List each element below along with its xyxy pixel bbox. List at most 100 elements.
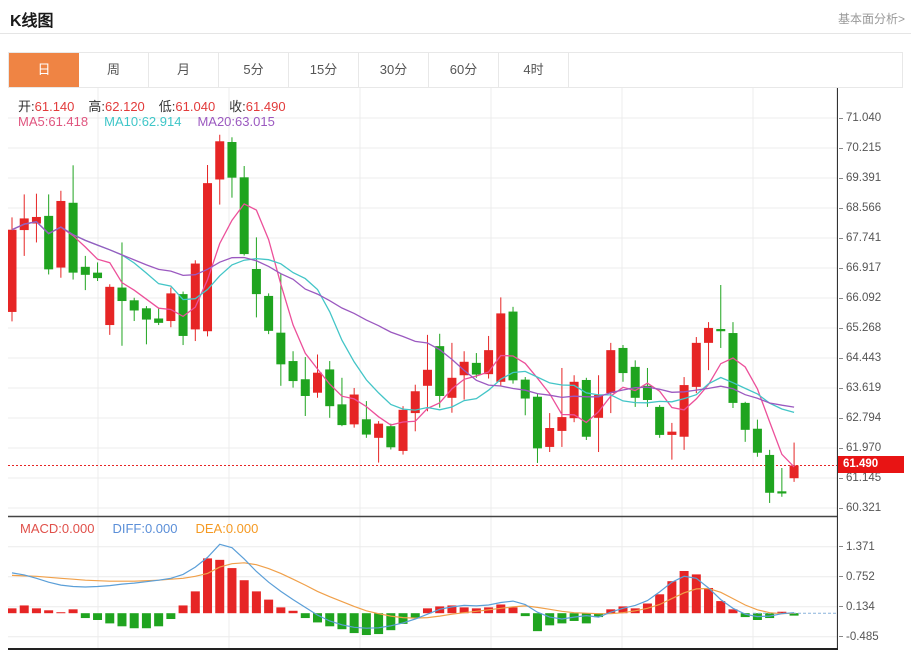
macd-bar-23	[288, 610, 298, 614]
candle-body-30	[374, 423, 384, 438]
tab-period-0[interactable]: 日	[9, 53, 79, 87]
candle-body-50	[618, 347, 628, 374]
candle-body-58	[716, 329, 726, 332]
macd-bar-0	[8, 608, 17, 614]
candle-body-29	[361, 419, 371, 435]
macd-bar-47	[581, 613, 591, 624]
candle-body-38	[471, 362, 481, 375]
candle-body-61	[752, 428, 762, 453]
candle-body-44	[545, 428, 555, 447]
tab-period-3[interactable]: 5分	[219, 53, 289, 87]
candle-body-19	[239, 177, 249, 255]
candle-body-10	[129, 300, 139, 311]
ma-item-0: MA5:61.418	[18, 114, 89, 129]
candle-body-24	[300, 379, 310, 396]
fundamental-analysis-link[interactable]: 基本面分析>	[838, 10, 905, 27]
candle-body-16	[203, 183, 213, 332]
macd-tick-label-0: 1.371	[839, 540, 875, 554]
candle-body-62	[765, 454, 775, 493]
price-tick-label-12: 61.145	[839, 471, 881, 485]
price-tick-label-4: 67.741	[839, 231, 881, 245]
candle-body-31	[386, 426, 396, 448]
macd-bar-12	[154, 613, 164, 627]
ma20-line	[11, 220, 795, 408]
macd-tick-label-3: -0.485	[839, 630, 879, 644]
candle-body-53	[655, 406, 665, 435]
candle-body-3	[44, 215, 54, 270]
macd-bar-4	[56, 612, 66, 614]
candle-body-41	[508, 311, 518, 381]
tab-period-7[interactable]: 4时	[499, 53, 569, 87]
current-price-badge: 61.490	[838, 456, 904, 473]
tab-period-5[interactable]: 30分	[359, 53, 429, 87]
candle-body-4	[56, 200, 66, 268]
macd-bar-19	[239, 580, 249, 614]
candle-body-13	[166, 293, 176, 322]
price-tick-label-11: 61.970	[839, 441, 881, 455]
macd-bar-24	[300, 613, 310, 619]
page-title: K线图	[10, 13, 54, 30]
macd-item-0: MACD:0.000	[20, 521, 95, 536]
macd-bar-9	[117, 613, 127, 627]
candle-body-6	[80, 266, 90, 275]
macd-item-2: DEA:0.000	[195, 521, 259, 536]
candle-body-45	[557, 417, 567, 431]
price-tick-label-5: 66.917	[839, 261, 881, 275]
candle-body-63	[777, 491, 787, 494]
tab-period-4[interactable]: 15分	[289, 53, 359, 87]
macd-bar-7	[93, 613, 103, 620]
macd-bar-5	[68, 609, 78, 614]
tab-period-6[interactable]: 60分	[429, 53, 499, 87]
tab-period-2[interactable]: 月	[149, 53, 219, 87]
candle-body-8	[105, 286, 115, 326]
candle-body-35	[435, 346, 445, 396]
price-tick-label-10: 62.794	[839, 411, 881, 425]
candle-body-64	[789, 465, 799, 479]
macd-bar-6	[80, 613, 90, 619]
price-tick-label-3: 68.566	[839, 201, 881, 215]
candle-body-49	[606, 350, 616, 394]
price-tick-label-6: 66.092	[839, 291, 881, 305]
macd-bar-43	[532, 613, 542, 632]
ohlc-legend: 开:61.140 高:62.120 低:61.040 收:61.490	[18, 96, 300, 115]
candle-body-34	[422, 369, 432, 386]
price-tick-label-7: 65.268	[839, 321, 881, 335]
candle-body-43	[532, 396, 542, 449]
tab-period-1[interactable]: 周	[79, 53, 149, 87]
candle-body-21	[264, 295, 274, 331]
macd-bar-18	[227, 568, 237, 614]
macd-bar-10	[129, 613, 139, 629]
candle-body-60	[740, 402, 750, 430]
price-tick-label-9: 63.619	[839, 381, 881, 395]
macd-bar-44	[545, 613, 555, 626]
candle-body-25	[313, 372, 322, 393]
current-price-value: 61.490	[843, 458, 879, 470]
candle-body-39	[484, 350, 494, 375]
dea-line	[11, 562, 795, 619]
macd-bar-17	[215, 559, 225, 614]
candle-body-5	[68, 202, 78, 273]
candle-body-0	[8, 229, 17, 312]
ma-item-1: MA10:62.914	[104, 114, 182, 129]
candle-body-11	[141, 308, 151, 320]
candle-body-59	[728, 333, 738, 403]
ohlc-item-0: 开:61.140	[18, 99, 75, 114]
candle-body-17	[215, 141, 225, 180]
macd-bar-8	[105, 613, 115, 624]
candle-body-32	[398, 409, 408, 451]
macd-bar-13	[166, 613, 176, 620]
price-tick-label-0: 71.040	[839, 111, 881, 125]
macd-bar-22	[276, 607, 286, 614]
macd-item-1: DIFF:0.000	[112, 521, 178, 536]
candle-body-55	[679, 385, 689, 437]
candle-body-54	[667, 431, 677, 435]
kline-chart-canvas[interactable]	[8, 88, 838, 650]
macd-bar-53	[655, 594, 665, 614]
ohlc-item-1: 高:62.120	[88, 99, 145, 114]
candle-body-42	[520, 379, 530, 399]
macd-bar-42	[520, 613, 530, 617]
title-divider	[0, 33, 911, 34]
macd-bar-20	[251, 591, 261, 614]
macd-tick-label-2: 0.134	[839, 600, 875, 614]
macd-bar-2	[31, 608, 41, 614]
